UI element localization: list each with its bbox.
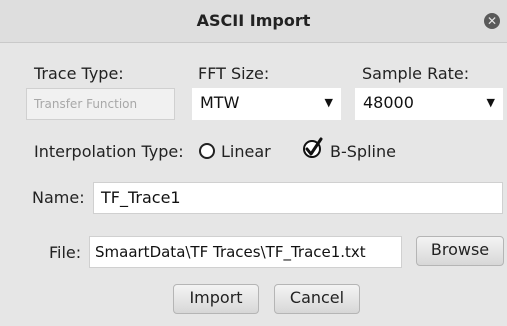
b-spline-option-label: B-Spline [330,142,396,161]
browse-button[interactable]: Browse [416,236,504,266]
fft-size-select[interactable]: MTW ▼ [192,88,341,120]
close-icon[interactable]: ✕ [484,13,500,29]
linear-option-label: Linear [221,142,271,161]
trace-type-field: Transfer Function [26,88,175,120]
cancel-button[interactable]: Cancel [274,284,360,314]
dialog-title: ASCII Import [196,11,311,30]
chevron-down-icon: ▼ [324,96,333,109]
fft-size-label: FFT Size: [198,64,270,83]
trace-type-label: Trace Type: [34,64,124,83]
sample-rate-label: Sample Rate: [362,64,470,83]
sample-rate-value: 48000 [363,93,414,112]
file-label: File: [49,243,82,262]
file-path-input[interactable]: SmaartData\TF Traces\TF_Trace1.txt [89,236,402,268]
b-spline-checkbox[interactable] [302,137,324,159]
interpolation-type-label: Interpolation Type: [34,142,184,161]
linear-radio[interactable] [199,143,215,159]
fft-size-value: MTW [200,93,240,112]
import-button[interactable]: Import [173,284,259,314]
name-label: Name: [32,188,85,207]
title-bar: ASCII Import ✕ [0,0,507,43]
chevron-down-icon: ▼ [486,96,495,109]
sample-rate-select[interactable]: 48000 ▼ [355,88,503,120]
name-input[interactable]: TF_Trace1 [93,182,503,214]
ascii-import-dialog: ASCII Import ✕ Trace Type: FFT Size: Sam… [0,0,507,326]
